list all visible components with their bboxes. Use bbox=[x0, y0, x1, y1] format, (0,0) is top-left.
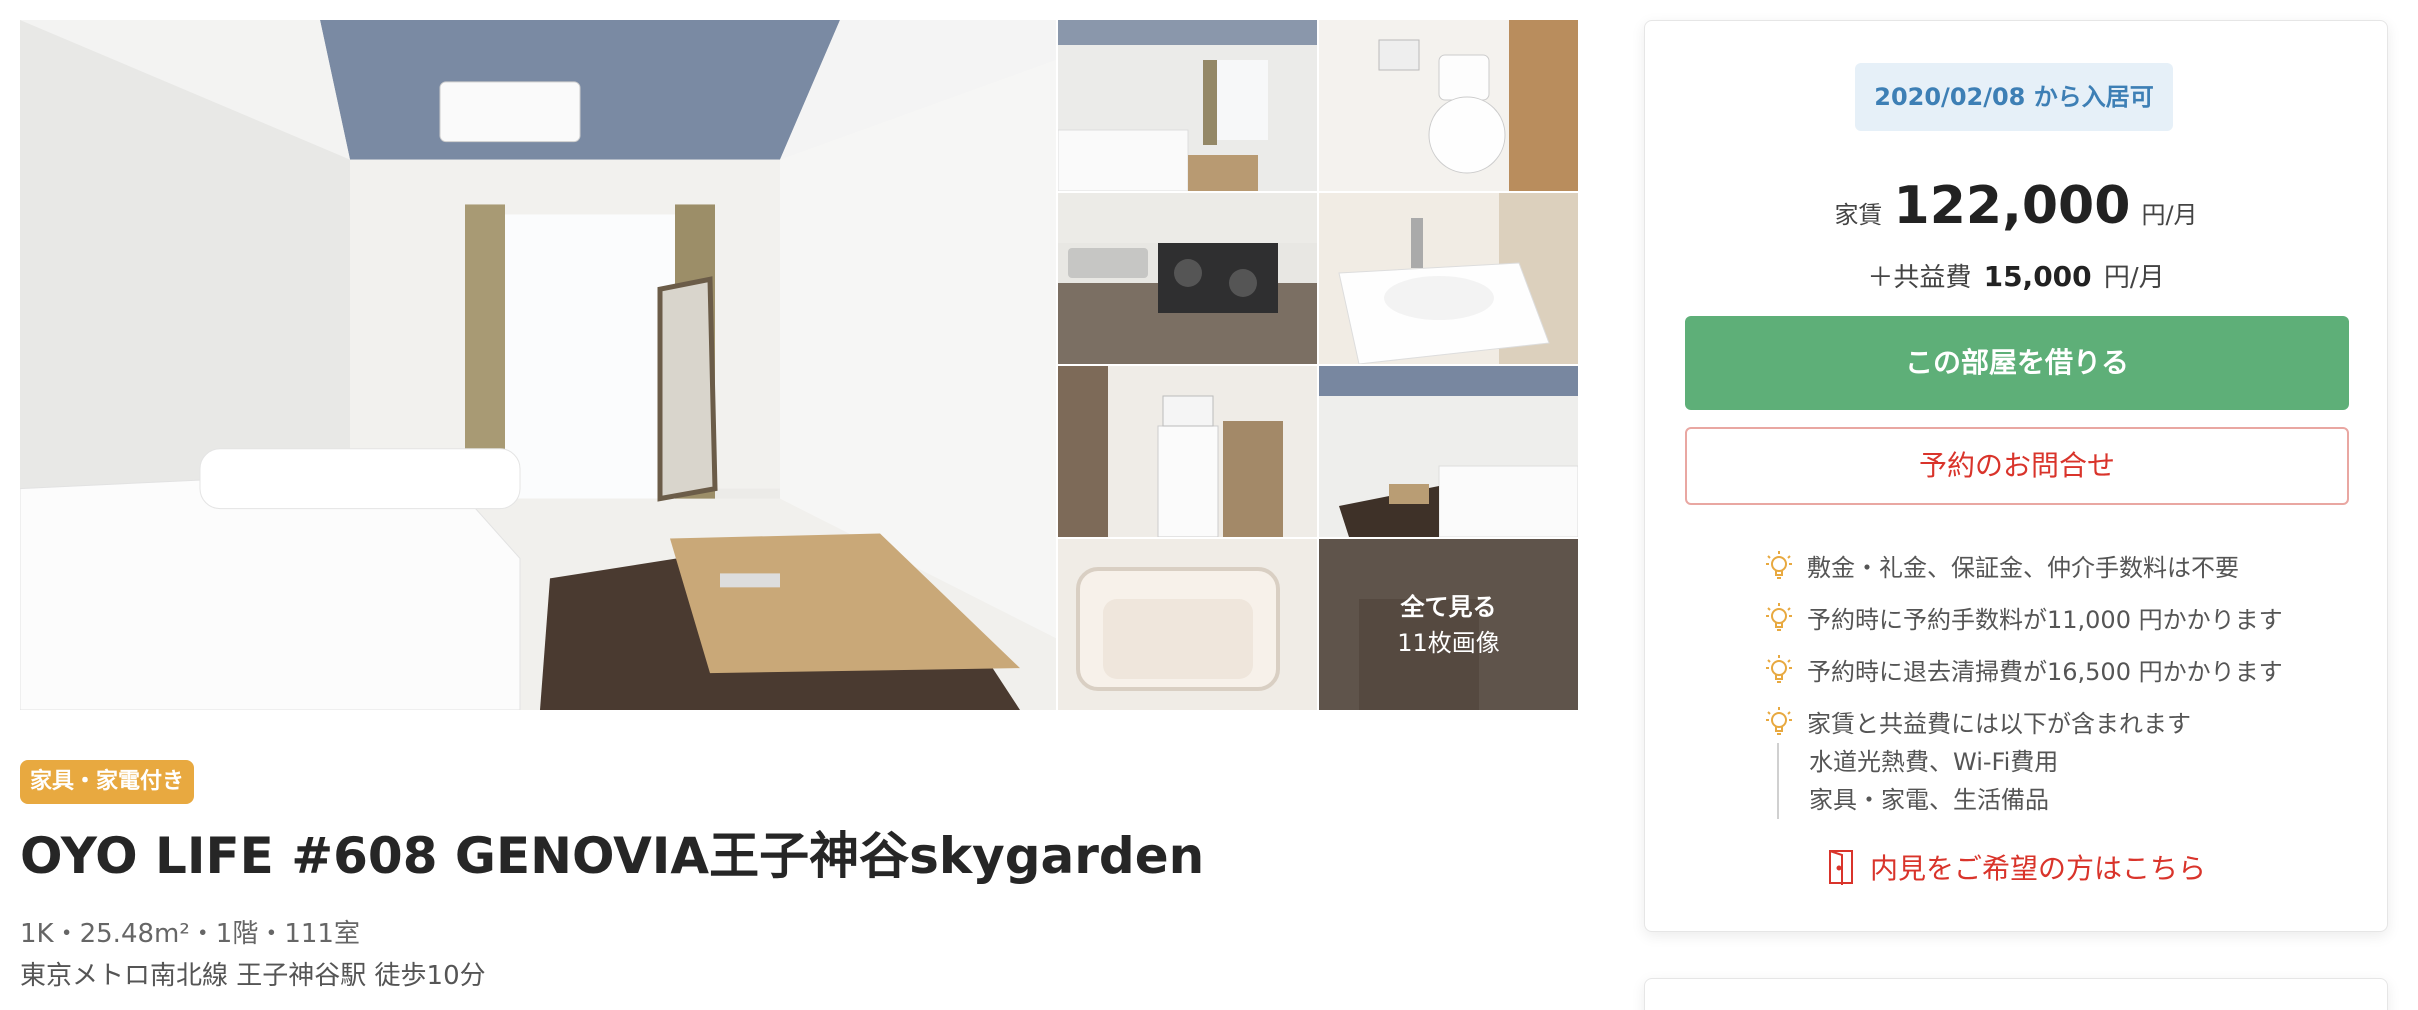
common-fee-unit: 円/月 bbox=[2103, 263, 2165, 293]
fee-note-text: 予約時に退去清掃費が16,500 円かかります bbox=[1807, 657, 2283, 686]
rent-unit: 円/月 bbox=[2141, 201, 2198, 229]
listing-title: OYO LIFE #608 GENOVIA王子神谷skygarden bbox=[20, 827, 1205, 885]
rent-this-room-button[interactable]: この部屋を借りる bbox=[1685, 316, 2349, 410]
viewing-request-label: 内見をご希望の方はこちら bbox=[1869, 852, 2206, 885]
lightbulb-icon bbox=[1763, 548, 1795, 582]
photo-gallery: 全て見る 11枚画像 bbox=[20, 20, 1578, 712]
thumbnail-see-all[interactable]: 全て見る 11枚画像 bbox=[1319, 539, 1578, 710]
door-icon bbox=[1826, 848, 1856, 886]
station-access: 東京メトロ南北線 王子神谷駅 徒歩10分 bbox=[20, 961, 486, 991]
lightbulb-icon bbox=[1763, 652, 1795, 686]
fee-note: 予約時に予約手数料が11,000 円かかります bbox=[1763, 591, 2363, 643]
furnished-badge: 家具・家電付き bbox=[20, 760, 195, 804]
rent-amount: 122,000 bbox=[1893, 176, 2131, 236]
common-fee-label: ＋共益費 bbox=[1867, 263, 1972, 293]
main-room-photo[interactable] bbox=[20, 20, 1056, 710]
rent-label: 家賃 bbox=[1834, 201, 1883, 229]
thumbnail-room[interactable] bbox=[1058, 20, 1317, 191]
see-all-photos-button[interactable]: 全て見る 11枚画像 bbox=[1319, 539, 1578, 710]
common-fee-amount: 15,000 bbox=[1983, 260, 2092, 293]
listing-specs: 1K・25.48m²・1階・111室 bbox=[20, 919, 360, 949]
thumbnail-toilet[interactable] bbox=[1319, 20, 1578, 191]
thumbnail-bathtub[interactable] bbox=[1058, 539, 1317, 710]
reservation-inquiry-button[interactable]: 予約のお問合せ bbox=[1685, 427, 2349, 505]
thumbnail-washbasin[interactable] bbox=[1319, 193, 1578, 364]
common-fee-row: ＋共益費 15,000 円/月 bbox=[1645, 257, 2387, 298]
fee-notes-list: 敷金・礼金、保証金、仲介手数料は不要 予約時に予約手数料が11,000 円かかり… bbox=[1763, 539, 2363, 747]
included-items: 水道光熱費、Wi-Fi費用 家具・家電、生活備品 bbox=[1777, 743, 2058, 819]
lightbulb-icon bbox=[1763, 600, 1795, 634]
included-item: 家具・家電、生活備品 bbox=[1809, 786, 2049, 814]
secondary-card bbox=[1644, 978, 2388, 1010]
fee-note-text: 家賃と共益費には以下が含まれます bbox=[1807, 709, 2191, 738]
lightbulb-icon bbox=[1763, 704, 1795, 738]
image-count-label: 11枚画像 bbox=[1397, 628, 1500, 657]
fee-note: 予約時に退去清掃費が16,500 円かかります bbox=[1763, 643, 2363, 695]
fee-note-text: 敷金・礼金、保証金、仲介手数料は不要 bbox=[1807, 553, 2239, 582]
see-all-label: 全て見る bbox=[1400, 592, 1497, 621]
included-item: 水道光熱費、Wi-Fi費用 bbox=[1809, 748, 2059, 776]
viewing-request-link[interactable]: 内見をご希望の方はこちら bbox=[1645, 847, 2387, 887]
move-in-date-badge: 2020/02/08 から入居可 bbox=[1855, 63, 2173, 131]
fee-note: 家賃と共益費には以下が含まれます bbox=[1763, 695, 2363, 747]
fee-note-text: 予約時に予約手数料が11,000 円かかります bbox=[1807, 605, 2283, 634]
thumbnail-kitchen[interactable] bbox=[1058, 193, 1317, 364]
listing-page: 全て見る 11枚画像 家具・家電付き OYO LIFE #608 GENOVIA… bbox=[0, 0, 2418, 1010]
thumbnail-fridge[interactable] bbox=[1058, 366, 1317, 537]
thumbnail-bedroom[interactable] bbox=[1319, 366, 1578, 537]
rent-row: 家賃 122,000 円/月 bbox=[1645, 171, 2387, 253]
fee-note: 敷金・礼金、保証金、仲介手数料は不要 bbox=[1763, 539, 2363, 591]
rent-card: 2020/02/08 から入居可 家賃 122,000 円/月 ＋共益費 15,… bbox=[1644, 20, 2388, 932]
